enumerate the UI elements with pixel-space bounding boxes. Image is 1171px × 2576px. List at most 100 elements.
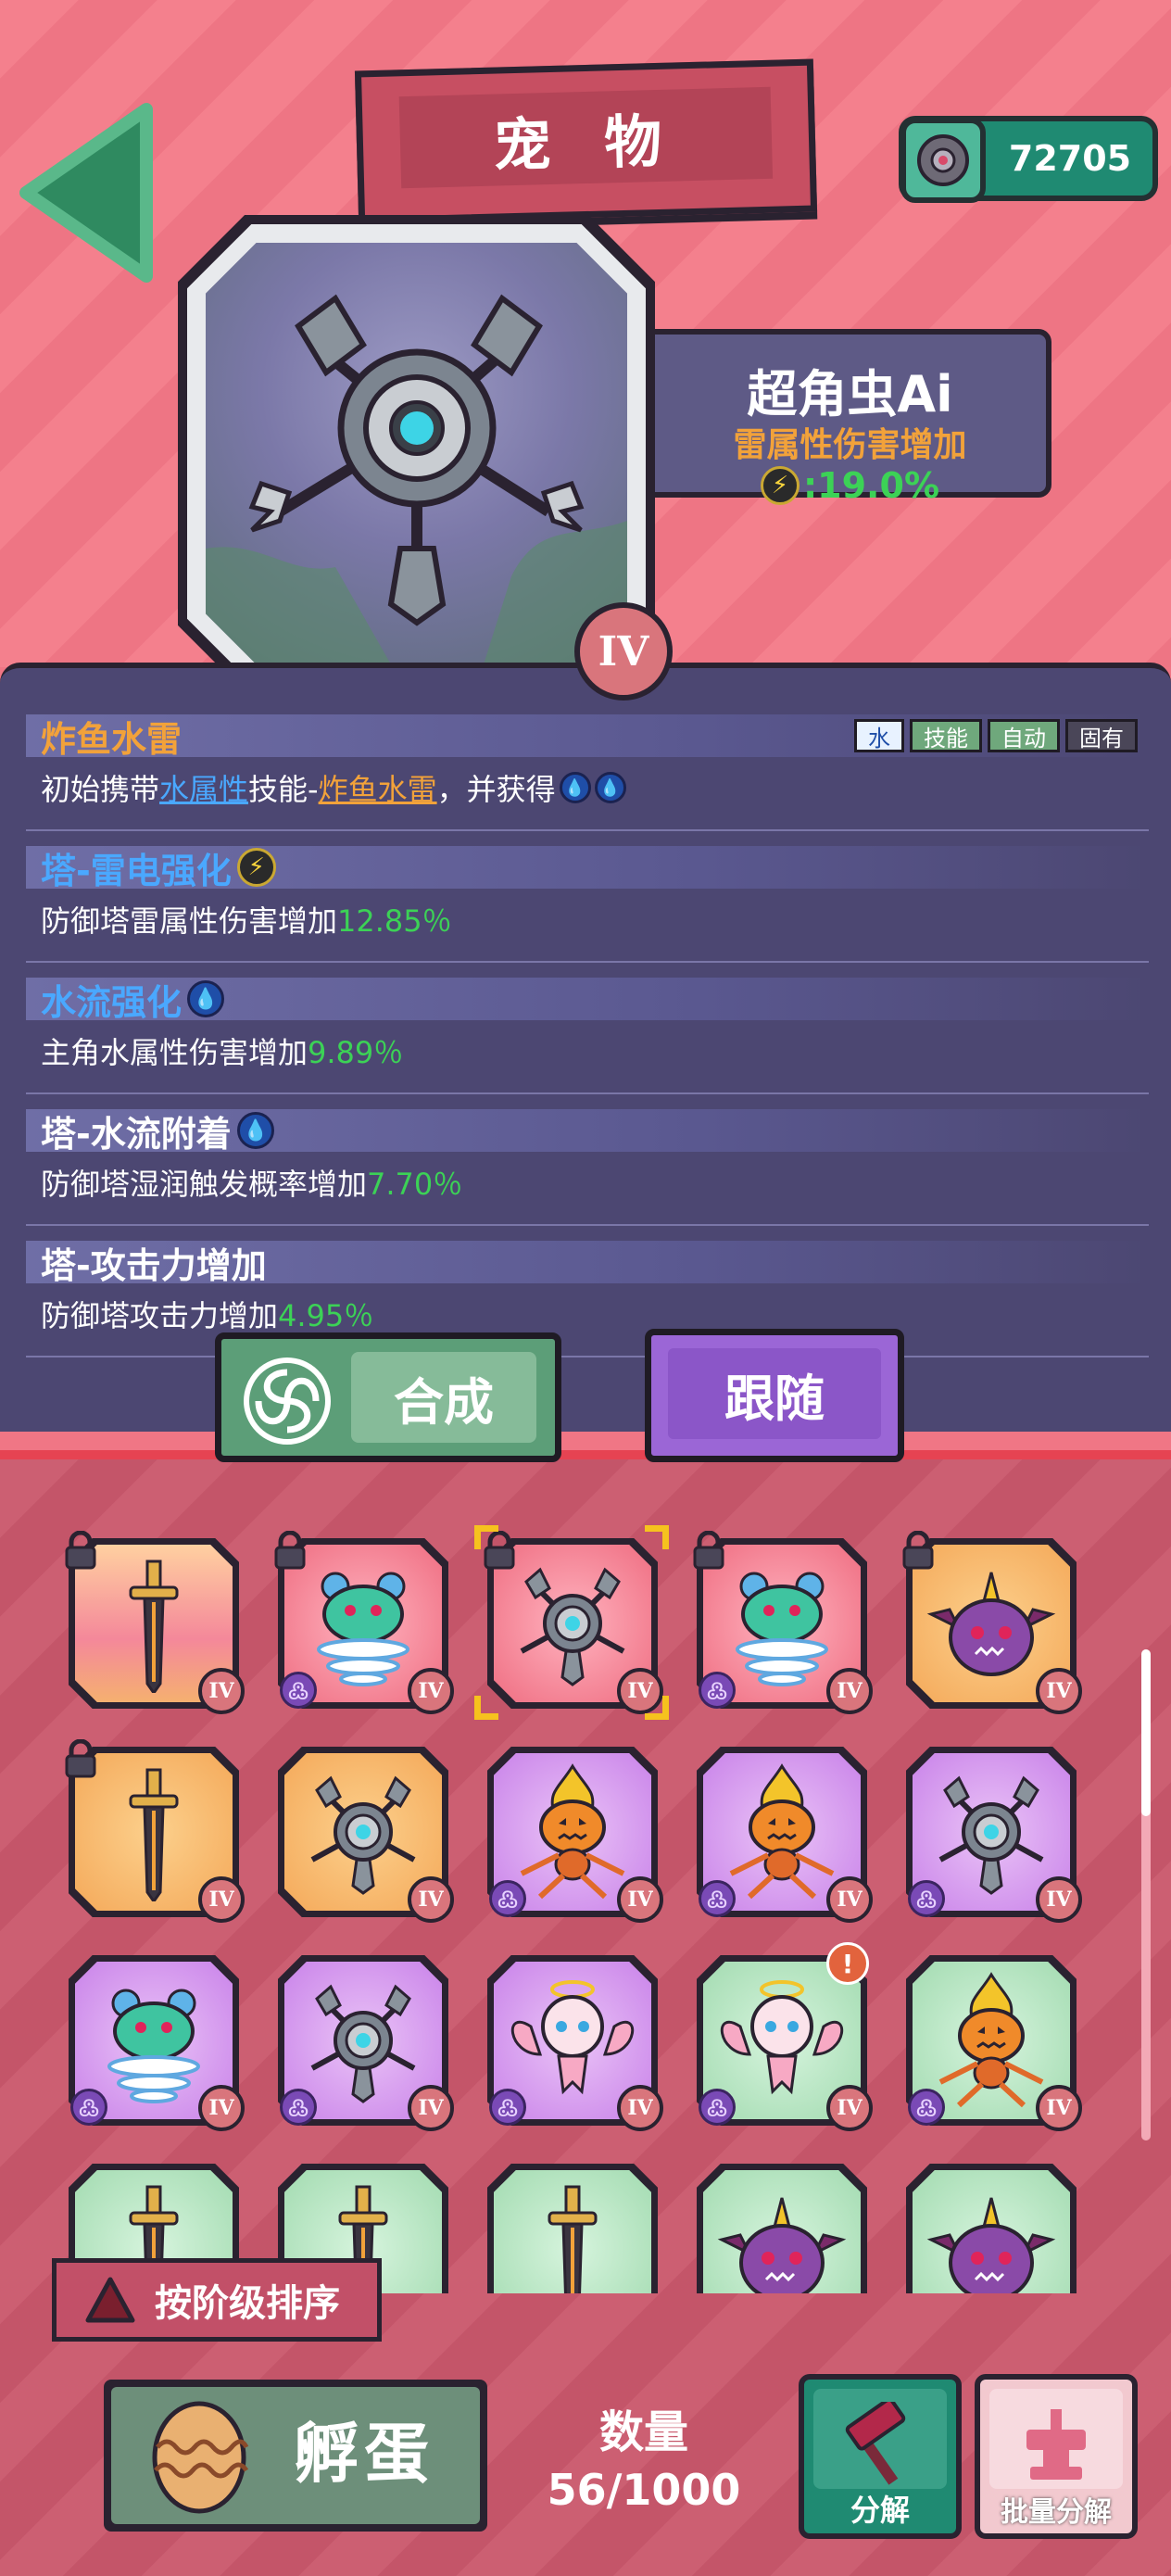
jellyfish-pet-icon xyxy=(317,1572,409,1686)
element-swirl-icon: ߷ xyxy=(489,2089,526,2126)
skill-item: 塔-雷电强化 ⚡ 防御塔雷属性伤害增加 12.85％ xyxy=(26,846,1149,963)
selection-bracket xyxy=(645,1525,669,1549)
pet-card[interactable] xyxy=(906,2164,1077,2293)
page-title: 宠 物 xyxy=(492,106,680,180)
sword-pet-icon xyxy=(548,2185,598,2293)
skill-desc: 主角水属性伤害增加 xyxy=(41,1035,308,1070)
lock-icon xyxy=(63,1738,98,1778)
tag-innate: 固有 xyxy=(1065,719,1138,752)
selection-bracket xyxy=(474,1696,498,1720)
horn-blob-pet-icon xyxy=(926,1572,1056,1676)
grade-badge: IV xyxy=(617,2085,663,2131)
lock-icon xyxy=(900,1530,936,1570)
element-swirl-icon: ߷ xyxy=(280,2089,317,2126)
alert-icon: ! xyxy=(826,1942,869,1985)
pet-effect-value: :19.0% xyxy=(802,465,940,506)
sort-label: 按阶级排序 xyxy=(155,2282,340,2325)
skill-link: 炸鱼水雷 xyxy=(318,772,437,807)
scrollbar-thumb[interactable] xyxy=(1141,1649,1151,1816)
grade-badge: IV xyxy=(617,1876,663,1923)
hatch-egg-button[interactable]: 孵蛋 xyxy=(104,2380,487,2532)
grade-badge: IV xyxy=(408,1876,454,1923)
element-swirl-icon: ߷ xyxy=(699,2089,736,2126)
skill-item: 水流强化 💧 主角水属性伤害增加 9.89％ xyxy=(26,978,1149,1094)
claw-bot-pet-image xyxy=(206,294,627,664)
pet-effect: 雷属性伤害增加 xyxy=(733,426,967,464)
horn-blob-pet-icon xyxy=(717,2197,847,2293)
claw-bot-pet-icon xyxy=(310,1775,416,1895)
skill-value: 12.85％ xyxy=(337,903,452,939)
sword-pet-icon xyxy=(129,1768,179,1901)
skill-item: 塔-攻击力增加 防御塔攻击力增加 4.95％ xyxy=(26,1241,1149,1357)
grade-badge: IV xyxy=(826,1668,873,1714)
skill-item: 塔-水流附着 💧 防御塔湿润触发概率增加 7.70％ xyxy=(26,1109,1149,1226)
jellyfish-pet-icon xyxy=(736,1572,828,1686)
grade-badge: IV xyxy=(198,1668,245,1714)
pet-card[interactable] xyxy=(487,2164,658,2293)
hammer-icon xyxy=(845,2402,906,2485)
follow-label: 跟随 xyxy=(668,1348,881,1439)
grade-badge: IV xyxy=(198,1876,245,1923)
skill-item: 炸鱼水雷 水 技能 自动 固有 初始携带 水属性 技能- 炸鱼水雷 ，并获得 💧… xyxy=(26,714,1149,831)
skill-title: 塔-雷电强化 xyxy=(41,850,232,891)
bulk-decompose-label: 批量分解 xyxy=(1001,2496,1112,2529)
grade-badge: IV xyxy=(408,2085,454,2131)
count-value: 56/1000 xyxy=(547,2465,741,2515)
gear-coin-icon xyxy=(900,118,986,203)
element-swirl-icon: ߷ xyxy=(699,1672,736,1709)
element-swirl-icon: ߷ xyxy=(908,2089,945,2126)
horn-blob-pet-icon xyxy=(926,2197,1056,2293)
element-swirl-icon: ߷ xyxy=(70,2089,107,2126)
grade-badge: IV xyxy=(1036,2085,1082,2131)
fairy-pet-icon xyxy=(510,1980,635,2095)
pet-card[interactable] xyxy=(697,2164,867,2293)
tag-auto: 自动 xyxy=(988,719,1060,752)
grade-badge: IV xyxy=(826,1876,873,1923)
element-swirl-icon: ߷ xyxy=(489,1880,526,1917)
selection-bracket xyxy=(474,1525,498,1549)
count-label: 数量 xyxy=(598,2406,688,2458)
element-swirl-icon: ߷ xyxy=(280,1672,317,1709)
skill-panel: 炸鱼水雷 水 技能 自动 固有 初始携带 水属性 技能- 炸鱼水雷 ，并获得 💧… xyxy=(0,663,1171,1432)
skill-desc: 初始携带 水属性 技能- 炸鱼水雷 ，并获得 💧 💧 xyxy=(26,766,1149,809)
egg-icon xyxy=(152,2401,249,2514)
skill-desc: 防御塔雷属性伤害增加 xyxy=(41,903,338,939)
skill-title: 塔-水流附着 xyxy=(41,1113,232,1155)
fire-pumpkin-pet-icon xyxy=(729,1763,835,1900)
skill-desc: 防御塔湿润触发概率增加 xyxy=(41,1167,368,1202)
tag-water: 水 xyxy=(854,719,904,752)
inventory-grid[interactable]: IV IV ߷ IV IV ߷ IV IV IV IV ߷ IV ߷ IV ߷ IV ߷ IV ߷ IV ߷ IV ߷! IV… xyxy=(0,1520,1171,2293)
grade-badge: IV xyxy=(198,2085,245,2131)
title-board: 宠 物 xyxy=(354,58,818,224)
anvil-icon xyxy=(1026,2409,1086,2480)
inventory-scrollbar[interactable] xyxy=(1141,1649,1151,2140)
lightning-icon: ⚡ xyxy=(236,848,276,887)
decompose-button[interactable]: 分解 xyxy=(799,2374,962,2539)
pet-portrait xyxy=(178,215,655,692)
skill-title: 水流强化 xyxy=(41,981,183,1023)
lightning-icon: ⚡ xyxy=(760,466,800,505)
back-button[interactable] xyxy=(17,100,156,285)
follow-button[interactable]: 跟随 xyxy=(645,1329,904,1462)
lock-icon xyxy=(691,1530,726,1570)
skill-desc: 防御塔攻击力增加 xyxy=(41,1298,279,1333)
skill-title: 炸鱼水雷 xyxy=(41,718,183,760)
swirl-icon xyxy=(244,1357,331,1445)
claw-bot-pet-icon xyxy=(310,1984,416,2103)
bulk-decompose-button[interactable]: 批量分解 xyxy=(975,2374,1138,2539)
skill-title: 塔-攻击力增加 xyxy=(41,1244,267,1286)
grade-badge: IV xyxy=(826,2085,873,2131)
pet-name: 超角虫Ai xyxy=(747,365,953,423)
skill-value: 4.95％ xyxy=(278,1298,374,1333)
sort-by-grade-button[interactable]: 按阶级排序 xyxy=(52,2258,382,2342)
sword-pet-icon xyxy=(129,1559,179,1693)
lock-icon xyxy=(63,1530,98,1570)
pet-grade-badge: IV xyxy=(574,602,673,701)
grade-badge: IV xyxy=(1036,1668,1082,1714)
combine-button[interactable]: 合成 xyxy=(215,1332,561,1462)
currency-display: 72705 xyxy=(899,116,1158,203)
back-arrow-icon xyxy=(19,103,153,283)
currency-amount: 72705 xyxy=(1008,138,1132,179)
claw-bot-pet-icon xyxy=(520,1567,625,1686)
water-drop-icon: 💧 xyxy=(187,980,225,1017)
